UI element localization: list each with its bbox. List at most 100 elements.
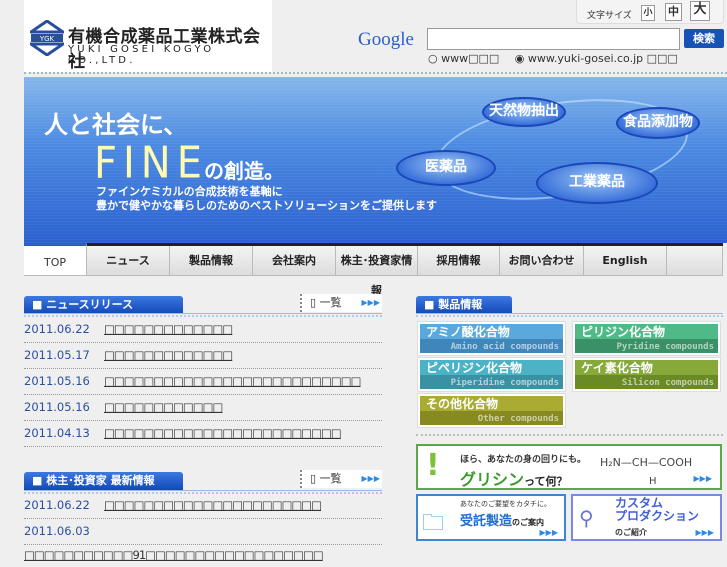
font-small-button[interactable]: 小 [641, 5, 655, 21]
news-date: 2011.06.22 [24, 322, 90, 336]
news-row[interactable]: 2011.05.16 □□□□□□□□□□□□□□□□□□□□□□□□□□ [24, 369, 382, 395]
glycine-main: グリシンって何？ [460, 466, 567, 490]
product-en: Amino acid compounds [450, 342, 559, 352]
news-row[interactable]: 2011.05.17 □□□□□□□□□□□□□ [24, 343, 382, 369]
main-nav: TOP ニュース 製品情報 会社案内 株主･投資家情報 採用情報 お問い合わせ … [24, 243, 723, 297]
product-en: Piperidine compounds [450, 378, 559, 388]
logo-mark-text: YGK [39, 35, 55, 43]
company-name-en: YUKI GOSEI KOGYO CO.,LTD. [68, 44, 215, 66]
banner-fine: FINE [94, 137, 208, 189]
product-silicon[interactable]: ケイ素化合物 Silicon compounds [572, 357, 721, 392]
contract-tagline: あなたのご要望をカタチに。 [460, 500, 551, 508]
investor-list-label: 一覧 [319, 472, 342, 485]
product-jp: ケイ素化合物 [581, 361, 653, 375]
bubble-food-additives: 食品添加物 [616, 107, 700, 139]
banner-sub-line2: 豊かで健やかな暮らしのためのベストソリューションをご提供します [96, 199, 437, 212]
font-size-switcher: 文字サイズ 小 中 大 [576, 0, 724, 24]
nav-company[interactable]: 会社案内 [253, 246, 336, 275]
folder-icon: 🗀 [422, 511, 445, 536]
investor-title: 株主･投資家 最新情報 [46, 474, 155, 487]
font-medium-button[interactable]: 中 [665, 3, 682, 21]
nav-top[interactable]: TOP [24, 243, 87, 275]
search-input[interactable] [427, 28, 680, 50]
product-pyridine[interactable]: ピリジン化合物 Pyridine compounds [572, 321, 721, 356]
investor-title-link[interactable]: □□□□□□□□□□□91□□□□□□□□□□□□□□□□□□ [24, 548, 324, 562]
news-date: 2011.05.16 [24, 374, 90, 388]
product-jp: ピペリジン化合物 [426, 361, 523, 375]
news-row[interactable]: 2011.04.13 □□□□□□□□□□□□□□□□□□□□□□□□ [24, 421, 382, 447]
product-en: Silicon compounds [621, 378, 714, 388]
arrow-right-icon: ▶▶▶ [693, 474, 712, 483]
nav-english[interactable]: English [584, 246, 667, 275]
banner-fine-suffix: の創造。 [204, 159, 284, 183]
news-title-link[interactable]: □□□□□□□□□□□□ [104, 400, 223, 414]
news-row[interactable]: 2011.05.16 □□□□□□□□□□□□ [24, 395, 382, 421]
bubble-industrial-chemicals: 工業薬品 [536, 162, 658, 204]
scope-site-label: www.yuki-gosei.co.jp □□□ [527, 52, 678, 65]
product-piperidine[interactable]: ピペリジン化合物 Piperidine compounds [417, 357, 566, 392]
header-divider [24, 72, 727, 74]
font-large-button[interactable]: 大 [690, 1, 710, 21]
news-title-link[interactable]: □□□□□□□□□□□□□□□□□□□□□□□□□□ [104, 374, 362, 388]
investor-date: 2011.06.22 [24, 498, 90, 512]
news-date: 2011.05.17 [24, 348, 90, 362]
exclamation-icon: ! [426, 448, 440, 483]
glycine-tagline: ほら、あなたの身の回りにも。 [460, 455, 587, 465]
banner-subtext: ファインケミカルの合成技術を基軸に 豊かで健やかな暮らしのためのベストソリューショ… [96, 185, 437, 213]
product-jp: ピリジン化合物 [581, 325, 666, 339]
scope-www-label: www□□□ [441, 52, 500, 65]
contract-manufacturing-banner[interactable]: 🗀 あなたのご要望をカタチに。 受託製造のご案内 ▶▶▶ [416, 494, 566, 541]
nav-investors[interactable]: 株主･投資家情報 [336, 246, 418, 297]
company-logo[interactable]: YGK 有機合成薬品工業株式会社 YUKI GOSEI KOGYO CO.,LT… [24, 0, 272, 72]
scope-site-radio[interactable]: ◉ www.yuki-gosei.co.jp □□□ [515, 52, 684, 65]
nav-contact[interactable]: お問い合わせ [500, 246, 584, 275]
products-bottom-divider [416, 434, 723, 436]
font-size-label: 文字サイズ [587, 11, 632, 21]
glycine-name: グリシン [460, 470, 525, 489]
nav-products[interactable]: 製品情報 [170, 246, 253, 275]
news-list-link[interactable]: ▯ 一覧 ▶▶▶ [300, 294, 382, 312]
news-title-link[interactable]: □□□□□□□□□□□□□ [104, 322, 233, 336]
news-date: 2011.04.13 [24, 426, 90, 440]
news-header: ■ ニュースリリース [24, 296, 183, 314]
search-button[interactable]: 検索 [684, 29, 724, 48]
glycine-formula: H₂N—CH—COOH [600, 456, 693, 469]
search-scope: ○ www□□□ ◉ www.yuki-gosei.co.jp □□□ [428, 52, 690, 65]
custom-production-banner[interactable]: ⚲ カスタム プロダクション のご紹介 ▶▶▶ [571, 494, 722, 541]
contract-suffix: のご案内 [512, 518, 545, 527]
product-other[interactable]: その他化合物 Other compounds [417, 393, 566, 428]
contract-title: 受託製造 [460, 514, 513, 529]
news-title-link[interactable]: □□□□□□□□□□□□□ [104, 348, 233, 362]
product-jp: アミノ酸化合物 [426, 325, 510, 339]
news-title-link[interactable]: □□□□□□□□□□□□□□□□□□□□□□□□ [104, 426, 342, 440]
investor-title-link[interactable]: □□□□□□□□□□□□□□□□□□□□□□ [104, 498, 322, 512]
investor-row[interactable]: 2011.06.03 □□□□□□□□□□□91□□□□□□□□□□□□□□□□□… [24, 519, 382, 562]
nav-blank [667, 246, 723, 275]
contract-main: 受託製造のご案内 [460, 510, 544, 529]
arrow-right-icon: ▶▶▶ [695, 528, 714, 537]
products-divider [416, 313, 723, 317]
glycine-banner[interactable]: ! ほら、あなたの身の回りにも。 グリシンって何？ H₂N—CH—COOH H … [416, 444, 722, 490]
molecule-icon: ⚲ [579, 506, 594, 530]
ygk-logo-icon: YGK [30, 20, 64, 56]
products-header: ■ 製品情報 [416, 296, 512, 314]
nav-recruit[interactable]: 採用情報 [418, 246, 500, 275]
google-brand: Google [358, 29, 414, 50]
investor-header: ■ 株主･投資家 最新情報 [24, 472, 183, 490]
product-en: Other compounds [477, 414, 559, 424]
custom-suffix: のご紹介 [615, 528, 647, 537]
investor-row[interactable]: 2011.06.22 □□□□□□□□□□□□□□□□□□□□□□ [24, 493, 382, 519]
investor-list-link[interactable]: ▯ 一覧 ▶▶▶ [300, 470, 382, 488]
news-row[interactable]: 2011.06.22 □□□□□□□□□□□□□ [24, 317, 382, 343]
arrow-right-icon: ▶▶▶ [539, 528, 558, 537]
products-title: 製品情報 [438, 298, 483, 311]
arrow-right-icon: ▶▶▶ [361, 298, 380, 307]
product-en: Pyridine compounds [616, 342, 714, 352]
scope-www-radio[interactable]: ○ www□□□ [428, 52, 505, 65]
product-amino-acid[interactable]: アミノ酸化合物 Amino acid compounds [417, 321, 566, 356]
bubble-natural-extraction: 天然物抽出 [482, 97, 566, 127]
nav-news[interactable]: ニュース [87, 246, 170, 275]
news-list-label: 一覧 [319, 296, 342, 309]
banner-sub-line1: ファインケミカルの合成技術を基軸に [96, 185, 283, 198]
product-jp: その他化合物 [426, 397, 499, 411]
